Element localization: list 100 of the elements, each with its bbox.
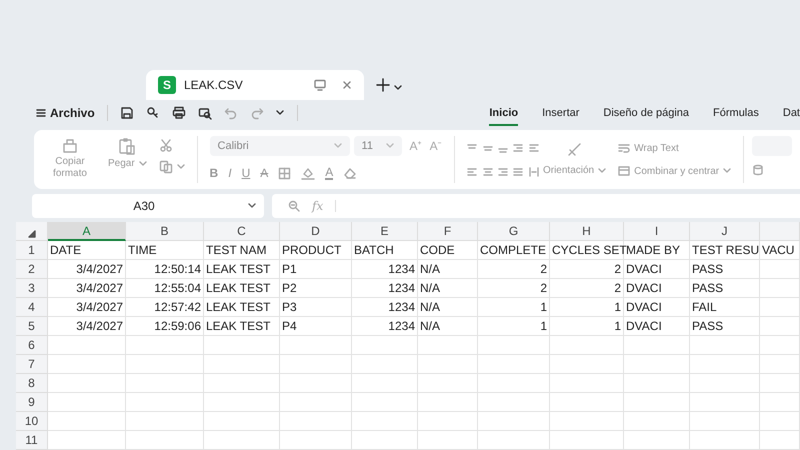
table-cell: LEAK TEST	[204, 317, 280, 336]
ribbon-tab[interactable]: Insertar	[542, 104, 580, 126]
undo-icon[interactable]	[224, 106, 238, 120]
app-logo-icon: S	[158, 76, 176, 94]
scissors-icon[interactable]	[158, 138, 173, 152]
empty-cell	[478, 412, 550, 431]
archivo-menu[interactable]: Archivo	[50, 104, 95, 122]
column-header[interactable]: I	[624, 222, 690, 241]
table-cell: N/A	[418, 279, 478, 298]
row-header[interactable]: 3	[16, 279, 48, 298]
empty-cell	[352, 374, 418, 393]
empty-cell	[478, 374, 550, 393]
empty-cell	[280, 355, 352, 374]
print-preview-icon[interactable]	[198, 106, 212, 120]
row-header[interactable]: 10	[16, 412, 48, 431]
empty-cell	[352, 336, 418, 355]
align-left-icon[interactable]	[466, 166, 478, 178]
key-icon[interactable]	[146, 106, 160, 120]
empty-cell	[760, 298, 800, 317]
decrease-indent-icon[interactable]	[512, 142, 524, 154]
menu-icon[interactable]	[36, 108, 46, 118]
wrap-text-icon[interactable]	[618, 142, 630, 154]
column-header[interactable]: J	[690, 222, 760, 241]
ribbon-tab[interactable]: Inicio	[489, 104, 518, 126]
table-cell: 1234	[352, 279, 418, 298]
distributed-icon[interactable]	[528, 166, 540, 178]
zoom-icon[interactable]	[288, 200, 300, 212]
row-header[interactable]: 1	[16, 241, 48, 260]
row-header[interactable]: 7	[16, 355, 48, 374]
table-cell: 2	[478, 260, 550, 279]
table-cell: LEAK TEST	[204, 260, 280, 279]
copy-icon[interactable]	[158, 160, 173, 174]
empty-cell	[760, 393, 800, 412]
table-cell: 3/4/2027	[48, 317, 126, 336]
table-cell: PRODUCT	[280, 241, 352, 260]
increase-indent-icon[interactable]	[528, 142, 540, 154]
borders-icon[interactable]	[278, 166, 292, 180]
table-cell: P1	[280, 260, 352, 279]
table-cell: 3/4/2027	[48, 260, 126, 279]
clipboard-icon[interactable]	[117, 136, 138, 156]
column-header[interactable]: H	[550, 222, 624, 241]
align-right-icon[interactable]	[497, 166, 510, 178]
empty-cell	[760, 355, 800, 374]
table-cell: PASS	[690, 279, 760, 298]
caret-icon	[248, 202, 256, 210]
merge-cells-icon[interactable]	[618, 165, 630, 177]
column-header[interactable]: D	[280, 222, 352, 241]
document-tab[interactable]: S LEAK.CSV	[146, 70, 364, 100]
table-cell: 1	[478, 317, 550, 336]
fill-color-icon[interactable]	[301, 166, 316, 180]
table-cell: 12:59:06	[126, 317, 204, 336]
row-header[interactable]: 5	[16, 317, 48, 336]
column-header[interactable]: A	[48, 222, 126, 241]
table-cell: PASS	[690, 317, 760, 336]
monitor-icon[interactable]	[314, 79, 326, 91]
column-header[interactable]: G	[478, 222, 550, 241]
close-icon[interactable]	[342, 80, 352, 90]
table-cell: 1234	[352, 298, 418, 317]
empty-cell	[418, 393, 478, 412]
redo-icon[interactable]	[250, 106, 264, 120]
caret-icon[interactable]	[276, 108, 285, 118]
table-cell: DVACI	[624, 279, 690, 298]
row-header[interactable]: 4	[16, 298, 48, 317]
column-header[interactable]: C	[204, 222, 280, 241]
justify-icon[interactable]	[512, 166, 524, 178]
align-center-icon[interactable]	[482, 166, 494, 178]
empty-cell	[280, 374, 352, 393]
save-icon[interactable]	[120, 106, 134, 120]
empty-cell	[352, 355, 418, 374]
column-header[interactable]: E	[352, 222, 418, 241]
print-icon[interactable]	[172, 106, 186, 120]
column-header[interactable]	[760, 222, 800, 241]
row-header[interactable]: 6	[16, 336, 48, 355]
column-header[interactable]: B	[126, 222, 204, 241]
row-header[interactable]: 8	[16, 374, 48, 393]
empty-cell	[624, 431, 690, 450]
name-box[interactable]: A30	[32, 194, 264, 218]
ribbon-tab[interactable]: Fórmulas	[713, 104, 759, 126]
table-cell: N/A	[418, 298, 478, 317]
caret-icon[interactable]	[394, 84, 402, 92]
table-cell: VACU	[760, 241, 800, 260]
row-header[interactable]: 9	[16, 393, 48, 412]
table-cell: 1234	[352, 260, 418, 279]
select-all-icon[interactable]	[28, 230, 36, 238]
row-header[interactable]: 2	[16, 260, 48, 279]
table-cell: 1	[550, 298, 624, 317]
empty-cell	[280, 336, 352, 355]
empty-cell	[624, 374, 690, 393]
new-tab-plus-icon[interactable]	[376, 78, 390, 92]
empty-cell	[418, 431, 478, 450]
row-header[interactable]: 11	[16, 431, 48, 450]
column-header[interactable]: F	[418, 222, 478, 241]
ribbon-tab[interactable]: Diseño de página	[603, 104, 690, 126]
empty-cell	[418, 355, 478, 374]
database-icon[interactable]	[752, 164, 764, 176]
eraser-icon[interactable]	[343, 166, 358, 180]
empty-cell	[624, 355, 690, 374]
table-cell: P3	[280, 298, 352, 317]
table-cell: 2	[550, 260, 624, 279]
ribbon-tab[interactable]: Dat	[782, 104, 800, 126]
